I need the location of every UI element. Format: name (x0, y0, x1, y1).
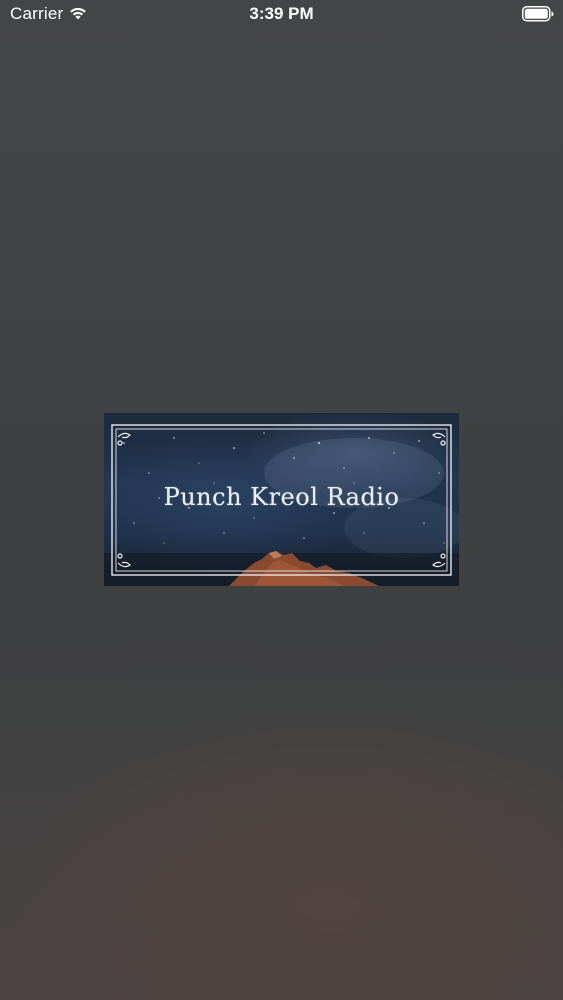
battery-icon (522, 6, 554, 22)
status-bar: Carrier 3:39 PM (0, 0, 563, 32)
station-logo-banner: Punch Kreol Radio (104, 413, 459, 586)
clock: 3:39 PM (249, 4, 314, 23)
station-title: Punch Kreol Radio (163, 483, 400, 511)
